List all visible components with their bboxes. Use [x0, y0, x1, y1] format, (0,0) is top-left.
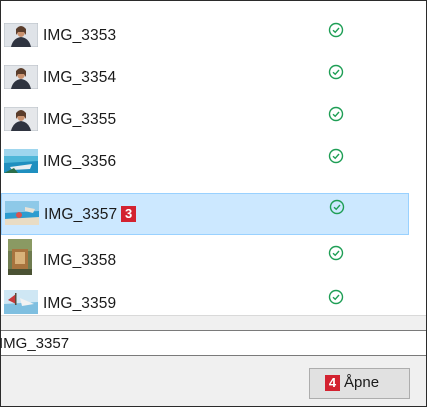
- check-circle-icon: [328, 148, 344, 164]
- step-marker: 3: [121, 206, 137, 222]
- file-name: IMG_3356: [43, 153, 117, 170]
- photo-thumbnail: [4, 149, 38, 173]
- check-circle-icon: [328, 22, 344, 38]
- list-item[interactable]: IMG_3359: [1, 282, 409, 315]
- list-item[interactable]: IMG_3358: [1, 238, 409, 280]
- photo-thumbnail: [4, 65, 38, 89]
- list-item[interactable]: IMG_3355: [1, 99, 409, 141]
- file-name: IMG_3357 3: [44, 206, 137, 224]
- check-circle-icon: [329, 199, 345, 215]
- file-name: IMG_3358: [43, 252, 117, 269]
- check-circle-icon: [328, 289, 344, 305]
- button-bar: 4 Åpne: [1, 356, 426, 406]
- file-name: IMG_3355: [43, 111, 117, 128]
- list-item[interactable]: IMG_3356: [1, 141, 409, 183]
- step-marker: 4: [325, 375, 340, 391]
- file-name: IMG_3354: [43, 69, 117, 86]
- check-circle-icon: [328, 106, 344, 122]
- file-list[interactable]: IMG_3353 IMG_3354 IMG_3355 IMG_3356 IMG_…: [1, 1, 426, 315]
- open-button[interactable]: 4 Åpne: [309, 368, 410, 399]
- file-name: IMG_3359: [43, 295, 117, 312]
- list-item[interactable]: IMG_3354: [1, 57, 409, 99]
- photo-thumbnail: [4, 290, 38, 314]
- check-circle-icon: [328, 64, 344, 80]
- photo-thumbnail: [4, 23, 38, 47]
- file-name: IMG_3353: [43, 27, 117, 44]
- list-item-selected[interactable]: IMG_3357 3: [1, 193, 409, 235]
- list-item[interactable]: IMG_3353: [1, 15, 409, 57]
- photo-thumbnail: [4, 107, 38, 131]
- dialog-panel: [1, 316, 426, 330]
- filename-input[interactable]: IMG_3357: [0, 330, 426, 356]
- open-button-label: Åpne: [344, 374, 380, 391]
- photo-thumbnail: [5, 201, 39, 225]
- filename-value: IMG_3357: [0, 335, 70, 352]
- check-circle-icon: [328, 245, 344, 261]
- photo-thumbnail: [8, 239, 32, 275]
- file-open-dialog: IMG_3353 IMG_3354 IMG_3355 IMG_3356 IMG_…: [0, 0, 427, 407]
